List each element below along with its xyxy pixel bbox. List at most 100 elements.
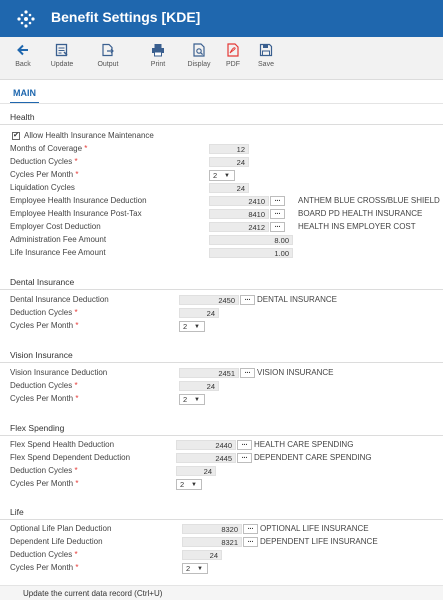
update-label: Update [50,61,74,68]
months-coverage-input[interactable]: 12 [209,144,249,154]
back-label: Back [15,61,31,68]
employer-cost-lookup-button[interactable]: ... [270,222,285,232]
dental-cpm-label: Cycles Per Month * [10,321,79,330]
life-cycles-label: Deduction Cycles * [10,550,78,559]
cycles-per-month-select[interactable]: 2 ▼ [209,170,235,181]
vision-cycles-input[interactable]: 24 [179,381,219,391]
save-label: Save [258,61,274,68]
pdf-icon [227,43,239,57]
emp-health-deduction-label: Employee Health Insurance Deduction [10,196,147,205]
optional-life-lookup-button[interactable]: ... [243,524,258,534]
tab-main[interactable]: MAIN [10,88,39,104]
chevron-down-icon: ▼ [194,324,200,330]
section-title-vision: Vision Insurance [10,350,73,360]
vision-deduction-desc: VISION INSURANCE [257,368,334,377]
print-button[interactable]: Print [138,43,178,75]
allow-health-checkbox[interactable]: ✔ [12,132,20,140]
life-fee-input[interactable]: 1.00 [209,248,293,258]
dental-deduction-lookup-button[interactable]: ... [240,295,255,305]
vision-cpm-select[interactable]: 2 ▼ [179,394,205,405]
flex-health-input[interactable]: 2440 [176,440,236,450]
section-title-health: Health [10,112,35,122]
display-preview-icon [193,43,205,57]
section-title-dental: Dental Insurance [10,277,75,287]
optional-life-label: Optional Life Plan Deduction [10,524,112,533]
chevron-down-icon: ▼ [197,566,203,572]
section-divider [0,519,443,520]
output-label: Output [97,61,119,68]
flex-health-desc: HEALTH CARE SPENDING [254,440,354,449]
section-title-life: Life [10,507,24,517]
deduction-cycles-label: Deduction Cycles * [10,157,78,166]
app-logo-icon [17,10,35,28]
emp-health-deduction-input[interactable]: 2410 [209,196,269,206]
flex-dependent-input[interactable]: 2445 [176,453,236,463]
dependent-life-desc: DEPENDENT LIFE INSURANCE [260,537,378,546]
emp-health-post-tax-lookup-button[interactable]: ... [270,209,285,219]
flex-cycles-label: Deduction Cycles * [10,466,78,475]
back-button[interactable]: Back [3,43,43,75]
flex-cycles-input[interactable]: 24 [176,466,216,476]
flex-cpm-select[interactable]: 2 ▼ [176,479,202,490]
emp-health-deduction-desc: ANTHEM BLUE CROSS/BLUE SHIELD [298,196,440,205]
update-button[interactable]: Update [42,43,82,75]
update-icon [55,43,68,57]
section-divider [0,362,443,363]
flex-health-label: Flex Spend Health Deduction [10,440,115,449]
life-cpm-select[interactable]: 2 ▼ [182,563,208,574]
flex-health-lookup-button[interactable]: ... [237,440,252,450]
dental-deduction-input[interactable]: 2450 [179,295,239,305]
save-button[interactable]: Save [246,43,286,75]
section-divider [0,124,443,125]
window-title: Benefit Settings [KDE] [51,9,201,25]
admin-fee-input[interactable]: 8.00 [209,235,293,245]
flex-cpm-label: Cycles Per Month * [10,479,79,488]
dental-cpm-select[interactable]: 2 ▼ [179,321,205,332]
flex-dependent-lookup-button[interactable]: ... [237,453,252,463]
liquidation-cycles-label: Liquidation Cycles [10,183,75,192]
dental-cycles-label: Deduction Cycles * [10,308,78,317]
vision-deduction-input[interactable]: 2451 [179,368,239,378]
emp-health-post-tax-input[interactable]: 8410 [209,209,269,219]
status-text: Update the current data record (Ctrl+U) [23,589,163,598]
allow-health-label: Allow Health Insurance Maintenance [24,131,154,140]
output-icon [102,43,114,57]
section-divider [0,435,443,436]
emp-health-post-tax-desc: BOARD PD HEALTH INSURANCE [298,209,423,218]
dental-deduction-desc: DENTAL INSURANCE [257,295,338,304]
optional-life-desc: OPTIONAL LIFE INSURANCE [260,524,369,533]
months-coverage-label: Months of Coverage * [10,144,88,153]
deduction-cycles-input[interactable]: 24 [209,157,249,167]
output-button[interactable]: Output [88,43,128,75]
dental-cycles-input[interactable]: 24 [179,308,219,318]
title-bar: Benefit Settings [KDE] [0,0,443,37]
dependent-life-input[interactable]: 8321 [182,537,242,547]
vision-cpm-label: Cycles Per Month * [10,394,79,403]
chevron-down-icon: ▼ [194,397,200,403]
life-cycles-input[interactable]: 24 [182,550,222,560]
section-title-flex: Flex Spending [10,423,65,433]
admin-fee-label: Administration Fee Amount [10,235,107,244]
liquidation-cycles-input[interactable]: 24 [209,183,249,193]
dependent-life-lookup-button[interactable]: ... [243,537,258,547]
dependent-life-label: Dependent Life Deduction [10,537,103,546]
optional-life-input[interactable]: 8320 [182,524,242,534]
employer-cost-deduction-desc: HEALTH INS EMPLOYER COST [298,222,416,231]
employer-cost-deduction-input[interactable]: 2412 [209,222,269,232]
chevron-down-icon: ▼ [191,482,197,488]
emp-health-post-tax-label: Employee Health Insurance Post-Tax [10,209,142,218]
life-cpm-label: Cycles Per Month * [10,563,79,572]
flex-dependent-desc: DEPENDENT CARE SPENDING [254,453,372,462]
print-label: Print [150,61,166,68]
vision-deduction-lookup-button[interactable]: ... [240,368,255,378]
section-divider [0,289,443,290]
dental-deduction-label: Dental Insurance Deduction [10,295,109,304]
life-fee-label: Life Insurance Fee Amount [10,248,106,257]
save-disk-icon [259,43,273,57]
printer-icon [152,44,164,57]
status-bar: Update the current data record (Ctrl+U) [0,585,443,600]
back-arrow-icon [17,44,28,56]
emp-health-deduction-lookup-button[interactable]: ... [270,196,285,206]
tab-divider [0,103,443,104]
employer-cost-deduction-label: Employer Cost Deduction [10,222,101,231]
